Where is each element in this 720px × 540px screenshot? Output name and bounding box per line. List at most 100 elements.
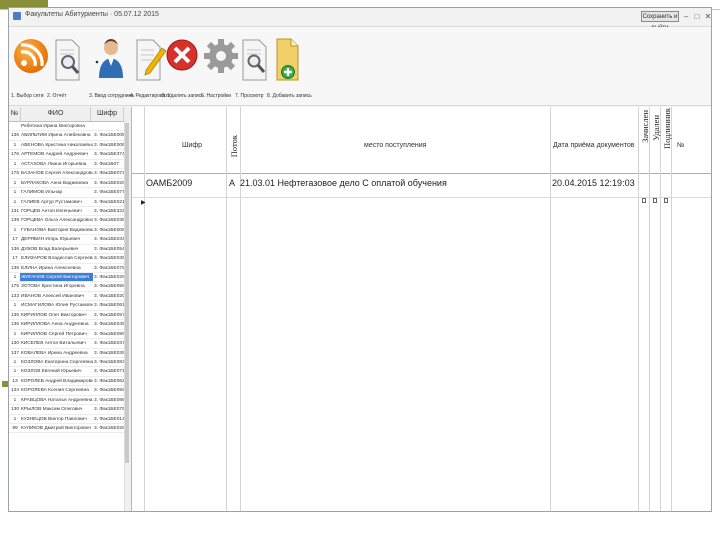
row-number: 176 (10, 152, 19, 158)
row-name: ДУБОВ Влад Валерьевич (21, 246, 79, 252)
title-bar: Факультеты Абитуриенты · 05.07.12 2015 С… (9, 8, 713, 31)
list-item[interactable]: 176 АРТЕМОВ Андрей Андреевич 3. Фак1БЕ374 (9, 150, 131, 160)
row-number: 130 (10, 407, 19, 413)
row-code: 3. Фак1БЕ322 (94, 208, 125, 214)
row-code: 3. Фак1БЕ035 (94, 218, 125, 224)
place-header[interactable]: место поступления (364, 142, 426, 149)
list-item[interactable]: 136 ДУБОВ Влад Валерьевич 3. Фак1БЕ054 (9, 245, 131, 255)
row-name: ЖИГАНОВ Сергей Викторович (20, 273, 93, 282)
row-code: 3. Фак1БЕ021 (94, 199, 125, 205)
delete-button[interactable]: 5. Удалить запись (162, 30, 204, 102)
list-item[interactable]: 1 КОЗЛОВА Екатерина Сергеевна 3. Фак1БЕ083 (9, 358, 131, 368)
col-code-header[interactable]: Шифр (91, 107, 124, 121)
row-code: 3. Фак1БЕ057 (94, 312, 125, 318)
code-header[interactable]: Шифр (182, 142, 202, 149)
row-name: ЕЛИНА Ирина Алексеевна (21, 265, 81, 271)
list-item[interactable]: 1 КУЗНЕЦОВ Виктор Павлович 3. Фак1БЕ014 (9, 415, 131, 424)
list-item[interactable]: 99 КУЛИКОВ Дмитрий Викторович 3. Фак1БЕ028 (9, 424, 131, 434)
list-scrollbar-thumb[interactable] (125, 123, 129, 463)
save-exit-button[interactable]: Сохранить и выйти (641, 11, 679, 31)
list-item[interactable]: 139 ГОРЦЕВА Ольга Александровна 3. Фак1БЕ0… (9, 216, 131, 226)
maximize-icon[interactable]: □ (692, 12, 702, 21)
row-name: ГОРЦЕВ Антон Евгеньевич (21, 208, 82, 214)
list-item[interactable]: 136 ЕЛИНА Ирина Алексеевна 3. Фак1БЕ078 (9, 264, 131, 273)
list-item[interactable]: 130 КРЫЛОВ Максим Олегович 3. Фак1БЕ079 (9, 405, 131, 415)
list-item[interactable]: 175 БАЗАНОВ Сергей Александрович 3. Фак1БЕ… (9, 169, 131, 179)
enrolled-column (639, 107, 650, 511)
list-item[interactable]: Ребятина Ирина Викторовна (9, 122, 131, 132)
list-item[interactable]: 17 ЕЛИЗАРОВ Владислав Сергеевич 3. Фак1БЕ0… (9, 254, 131, 264)
list-item[interactable]: 17 ДЕРЯБИН Игорь Юрьевич 3. Фак1БЕ034 (9, 235, 131, 245)
delete-icon (166, 39, 198, 71)
list-item[interactable]: 1 АСТАХОВА Лиана Игорьевна 3. Фак1Б07 (9, 160, 131, 170)
row-number: 175 (10, 171, 19, 177)
col-number-header[interactable]: № (9, 107, 21, 121)
list-item[interactable]: 136 АБИЛЬТИМ Ирина Алибековна 3. Фак1БЕ005 (9, 131, 131, 141)
list-item[interactable]: 1 ГАЛИЕВ Артур Рустамович 3. Фак1БЕ021 (9, 198, 131, 207)
row-code: 3. Фак1БЕ079 (94, 407, 125, 413)
row-code: 3. Фак1БЕ083 (94, 359, 125, 365)
number-header[interactable]: № (677, 142, 685, 149)
row-code: ОАМБ2009 (146, 178, 193, 188)
row-number: 17 (12, 256, 18, 262)
original-header[interactable]: Подлинник (662, 108, 672, 149)
row-number: 99 (12, 426, 18, 431)
list-item[interactable]: 136 КИРИЛЛОВА Анна Андреевна 3. Фак1БЕ045 (9, 320, 131, 330)
row-number: 1 (13, 369, 17, 375)
row-name: ЗОТОВА Кристина Игоревна (21, 284, 85, 290)
row-number: 136 (10, 322, 19, 328)
list-item[interactable]: 175 ЗОТОВА Кристина Игоревна 3. Фак1БЕ058 (9, 282, 131, 292)
add-employee-button[interactable]: 3. Ввод сотрудника (89, 30, 134, 102)
list-item[interactable]: 1 БУРЛАКОВА Анна Вадимовна 3. Фак1БЕ028 (9, 179, 131, 189)
row-number: 1 (13, 303, 17, 309)
row-number: 1 (13, 180, 17, 186)
list-item[interactable]: 131 ГОРЦЕВ Антон Евгеньевич 3. Фак1БЕ322 (9, 207, 131, 217)
row-name: АБИЛЬТИМ Ирина Алибековна (21, 133, 91, 139)
list-item[interactable]: 1 КРАВЦОВА Наталья Андреевна 3. Фак1БЕ085 (9, 396, 131, 406)
list-item[interactable]: 135 КИРИЛЛОВ Олег Викторович 3. Фак1БЕ057 (9, 311, 131, 321)
row-code: 3. Фак1БЕ028 (94, 426, 125, 431)
report-button[interactable]: 2. Отчёт (47, 30, 87, 102)
enrolled-header[interactable]: Зачислен (640, 110, 650, 143)
row-name: Ребятина Ирина Викторовна (21, 124, 85, 129)
row-code: 3. Фак1БЕ077 (94, 190, 125, 196)
row-number: 136 (10, 133, 19, 139)
applicant-list: № ФИО Шифр Ребятина Ирина Викторовна 136 А… (9, 107, 132, 511)
row-code: 3. Фак1БЕ054 (94, 246, 125, 252)
row-code: 3. Фак1БЕ014 (94, 416, 125, 422)
deleted-header[interactable]: Удален (651, 115, 661, 141)
date-header[interactable]: Дата приёма документов (553, 142, 634, 149)
row-code: 3. Фак1БЕ039 (94, 256, 125, 262)
row-number: 17 (12, 237, 18, 243)
list-item[interactable]: 1 ГАЛИМОВ Ильнар 3. Фак1БЕ077 (9, 188, 131, 198)
list-item[interactable]: 1 ИСМАГИЛОВА Юлия Рустамовна 3. Фак1БЕ061 (9, 301, 131, 311)
minimize-icon[interactable]: – (681, 12, 691, 21)
list-item[interactable]: 1 АВЕНОВА Кристина Николаевна 3. Фак1БЕ006 (9, 141, 131, 151)
app-icon (13, 12, 21, 20)
list-item[interactable]: 134 КОРОЛЕВА Ксения Сергеевна 3. Фак1БЕ059 (9, 386, 131, 396)
col-name-header[interactable]: ФИО (21, 107, 91, 121)
original-checkbox[interactable] (664, 198, 668, 203)
list-item[interactable]: 1 ЖИГАНОВ Сергей Викторович 3. Фак1БЕ029 (9, 273, 131, 283)
stream-header[interactable]: Поток (229, 135, 239, 157)
applicant-list-header: № ФИО Шифр (9, 107, 131, 122)
row-code: 3. Фак1БЕ073 (94, 171, 125, 177)
table-row[interactable]: ОАМБ2009 А 21.03.01 Нефтегазовое дело С … (132, 173, 711, 203)
list-item[interactable]: 13 КОРОЛЕВ Андрей Владимирович 3. Фак1БЕ06… (9, 377, 131, 387)
rss-button[interactable]: 1. Выбор сети (11, 30, 51, 102)
row-number: 136 (10, 265, 19, 271)
deleted-checkbox[interactable] (653, 198, 657, 203)
row-number: 1 (13, 161, 17, 167)
list-item[interactable]: 1 КИРИЛЛОВ Сергей Петрович 3. Фак1БЕ099 (9, 330, 131, 340)
add-record-button[interactable]: 8. Добавить запись (267, 30, 312, 102)
close-icon[interactable]: ✕ (703, 12, 713, 21)
list-item[interactable]: 130 КИСЕЛЕВ Антон Витальевич 3. Фак1БЕ037 (9, 339, 131, 349)
row-name: КРЫЛОВ Максим Олегович (21, 407, 83, 413)
row-name: БАЗАНОВ Сергей Александрович (21, 171, 93, 177)
list-item[interactable]: 1 ГУБАНОВА Виктория Вадимовна 3. Фак1БЕ008 (9, 226, 131, 236)
list-item[interactable]: 137 КОВАЛЕВА Ирина Андреевна 3. Фак1БЕ039 (9, 349, 131, 358)
list-item[interactable]: 133 ИВАНОВ Алексей Иванович 3. Фак1БЕ020 (9, 292, 131, 302)
row-name: АСТАХОВА Лиана Игорьевна (21, 161, 87, 167)
list-item[interactable]: 1 КОЗЛОВ Евгений Юрьевич 3. Фак1БЕ071 (9, 367, 131, 377)
enrolled-checkbox[interactable] (642, 198, 646, 203)
